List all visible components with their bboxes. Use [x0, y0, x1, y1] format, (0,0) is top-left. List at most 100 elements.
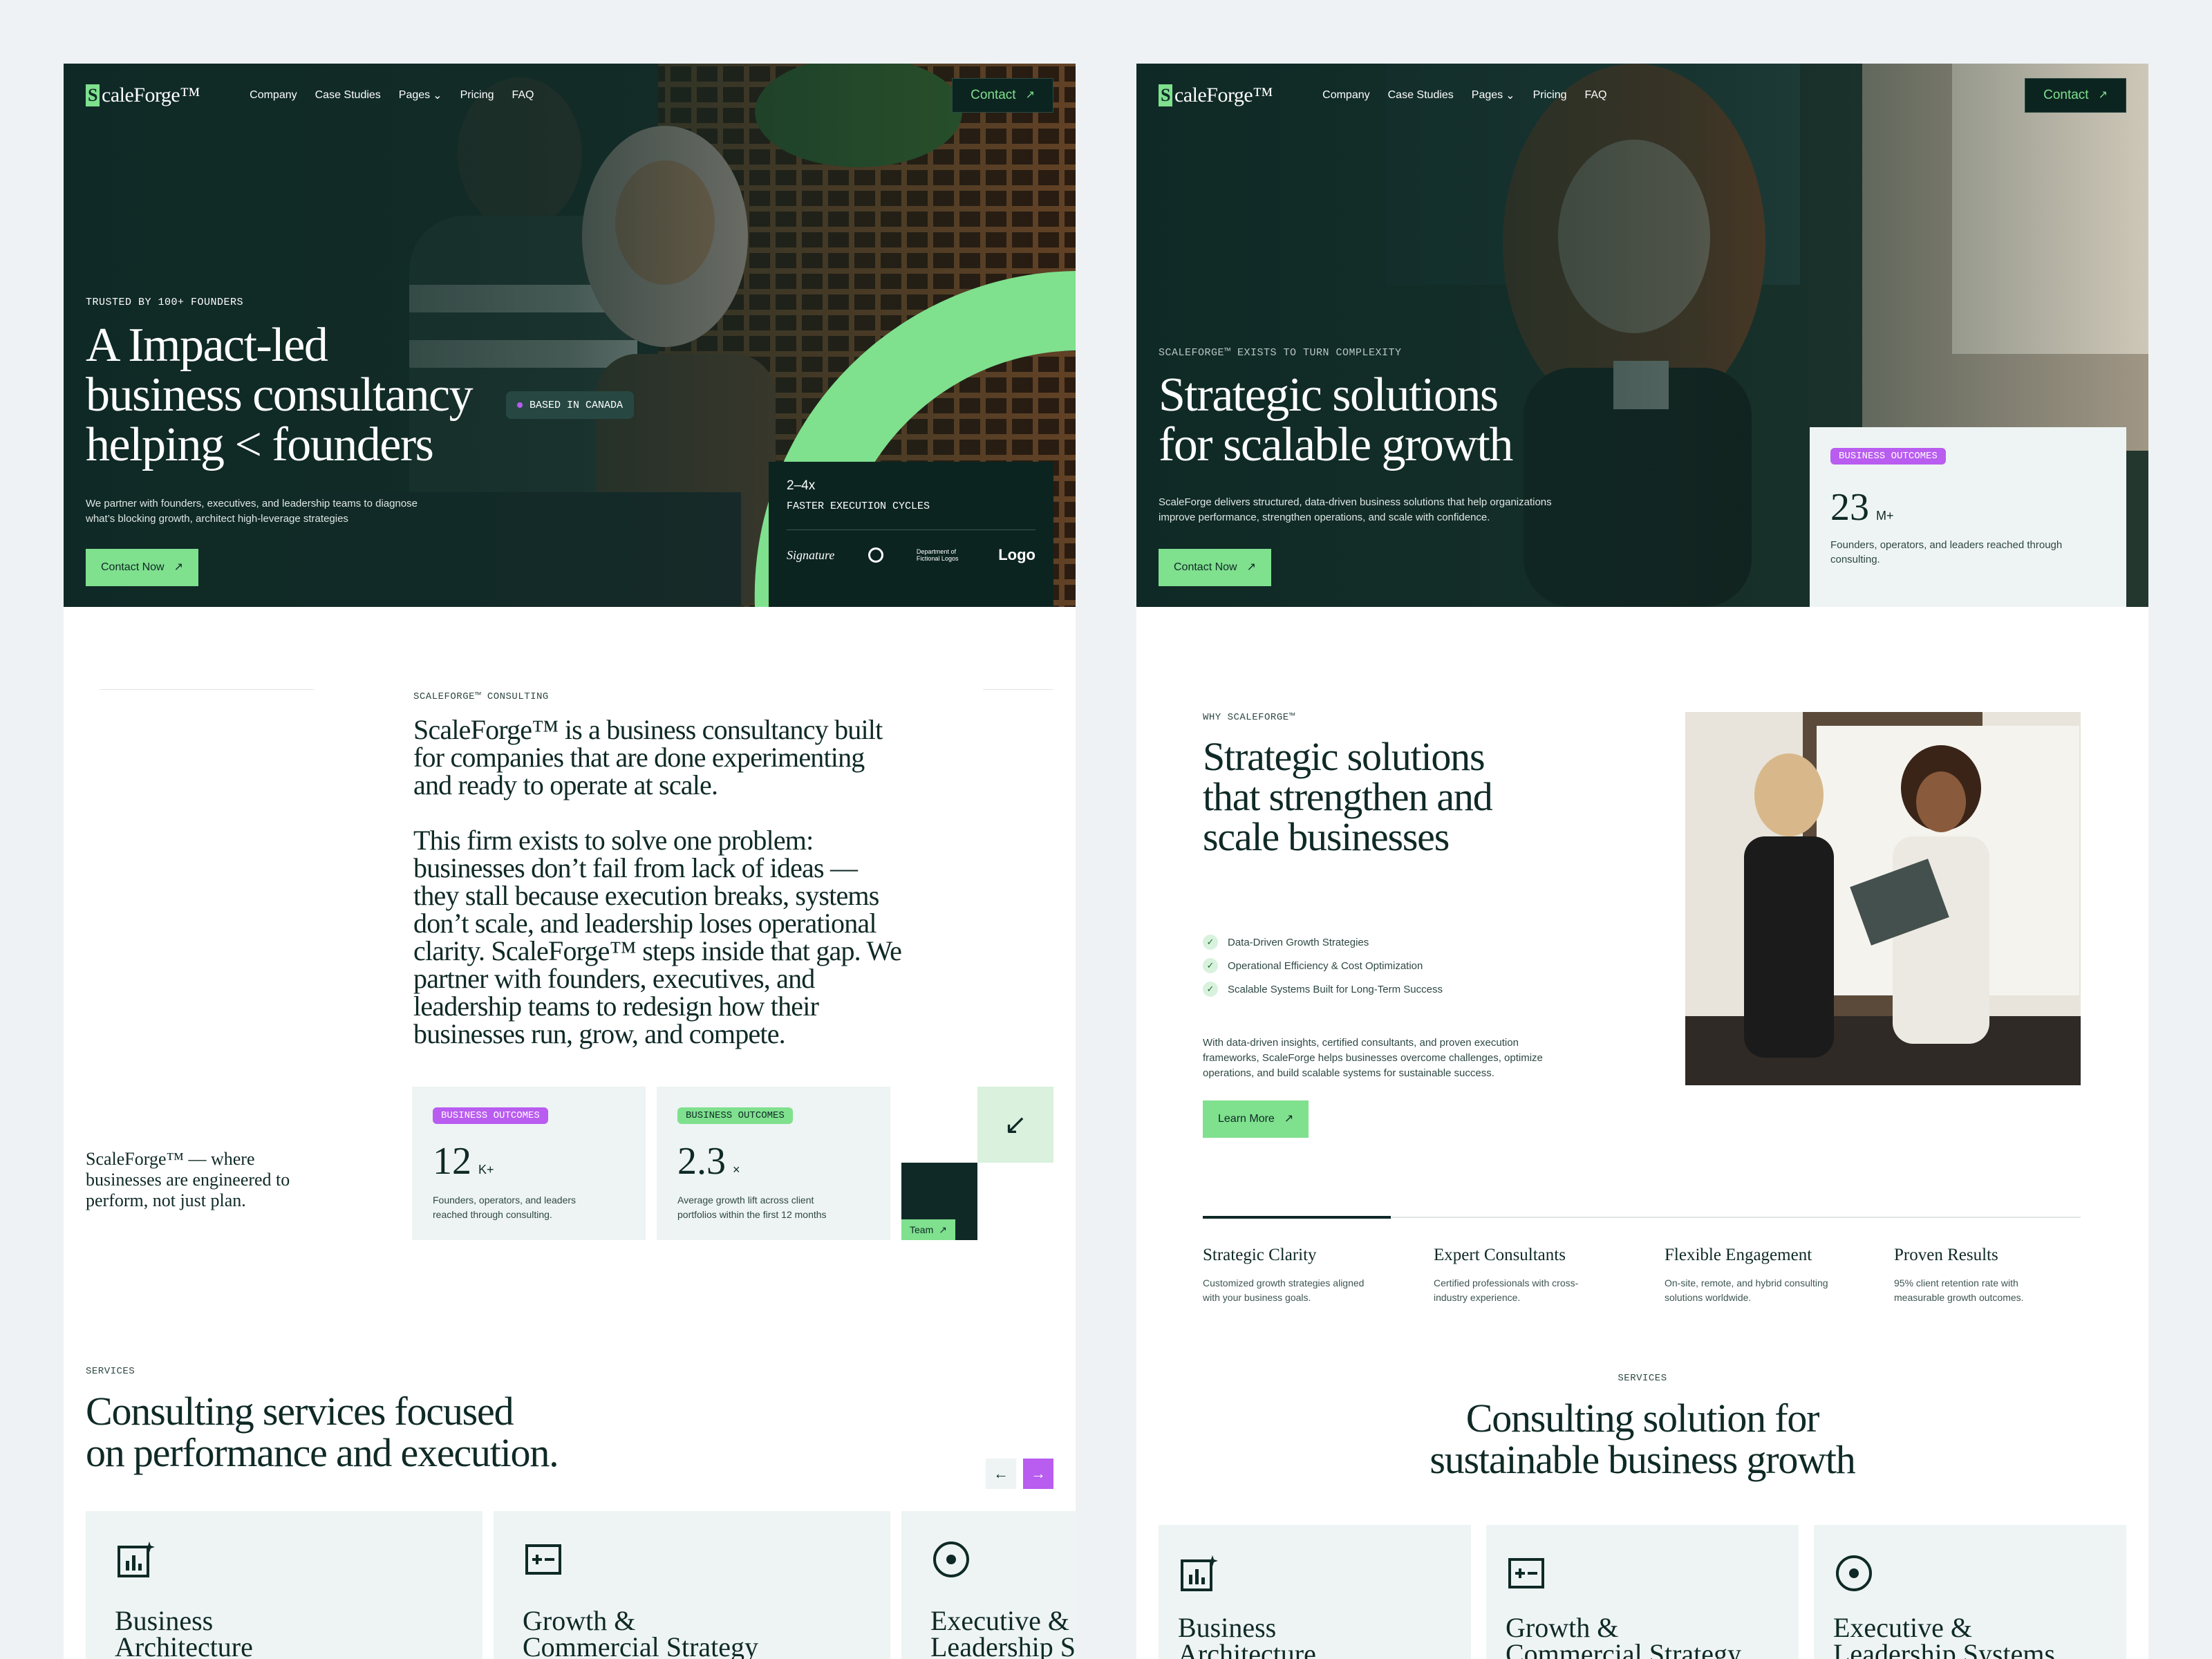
arrow-up-right-icon: ↗ — [1284, 1113, 1294, 1125]
arrow-up-right-icon: ↗ — [939, 1224, 947, 1235]
chevron-down-icon: ⌄ — [433, 90, 442, 102]
divider — [100, 689, 314, 690]
nav-item-pricing[interactable]: Pricing — [460, 88, 494, 102]
chart-spark-icon — [1181, 1555, 1218, 1591]
stat-value: 2–4x — [787, 478, 816, 493]
stat-number: 2.3 × — [677, 1140, 740, 1183]
stat-card-founders: BUSINESS OUTCOMES 12 K+ Founders, operato… — [412, 1087, 646, 1240]
contact-now-button[interactable]: Contact Now ↗ — [1159, 549, 1271, 586]
service-title: Executive &Leadership Systems — [1833, 1612, 2056, 1659]
why-title: Strategic solutions that strengthen and … — [1203, 734, 1493, 859]
service-title: Business Architecture — [115, 1605, 253, 1659]
about-eyebrow: SCALEFORGE™ CONSULTING — [413, 691, 549, 702]
partner-logos: Signature Department of Fictional Logos … — [787, 546, 1035, 564]
outcomes-tag: BUSINESS OUTCOMES — [677, 1107, 793, 1124]
about-lead: ScaleForge™ is a business consultancy bu… — [413, 714, 883, 800]
team-button[interactable]: Team ↗ — [901, 1219, 955, 1240]
nav-item-pages[interactable]: Pages ⌄ — [1472, 88, 1515, 102]
top-navigation: ScaleForge™ Company Case Studies Pages ⌄ … — [1159, 76, 2126, 115]
nav-item-faq[interactable]: FAQ — [1584, 88, 1606, 102]
nav-item-pricing[interactable]: Pricing — [1533, 88, 1567, 102]
department-logo: Department of Fictional Logos — [916, 548, 959, 562]
stat-label: FASTER EXECUTION CYCLES — [787, 500, 930, 512]
hero-subtitle: We partner with founders, executives, an… — [86, 498, 418, 525]
next-arrow-button[interactable]: → — [1023, 1459, 1053, 1489]
location-badge: BASED IN CANADA — [506, 391, 635, 419]
chevron-down-icon: ⌄ — [1506, 90, 1515, 102]
hero-subtitle: ScaleForge delivers structured, data-dri… — [1159, 496, 1552, 523]
arrow-up-right-icon: ↗ — [1246, 561, 1256, 573]
top-navigation: ScaleForge™ Company Case Studies Pages ⌄ … — [86, 76, 1053, 115]
divider — [787, 529, 1035, 530]
plus-minus-icon — [1508, 1558, 1544, 1588]
services-eyebrow: SERVICES — [86, 1366, 135, 1377]
signature-logo: Signature — [787, 547, 835, 562]
hero-eyebrow: TRUSTED BY 100+ FOUNDERS — [86, 297, 244, 308]
execution-stat-card: 2–4x FASTER EXECUTION CYCLES Signature D… — [769, 462, 1053, 607]
feature-item: Flexible Engagement On-site, remote, and… — [1665, 1246, 1828, 1303]
service-title: Executive &Leadership Systems — [930, 1605, 1076, 1659]
landing-page-variant-a: ScaleForge™ Company Case Studies Pages ⌄ … — [64, 64, 1076, 1659]
services-title: Consulting services focused on performan… — [86, 1389, 559, 1475]
feature-item: Expert Consultants Certified professiona… — [1434, 1246, 1579, 1303]
service-card[interactable]: Business Architecture — [1159, 1525, 1471, 1659]
hero-section: ScaleForge™ Company Case Studies Pages ⌄ … — [64, 64, 1076, 607]
service-card[interactable]: Executive &Leadership Systems — [1814, 1525, 2126, 1659]
nav-menu: Company Case Studies Pages ⌄ Pricing FAQ — [250, 88, 534, 102]
service-card[interactable]: Growth & Commercial Strategy — [1486, 1525, 1799, 1659]
nav-item-case-studies[interactable]: Case Studies — [1388, 88, 1454, 102]
stat-description: Average growth lift across client portfo… — [677, 1194, 827, 1220]
stat-number: 12 K+ — [433, 1140, 494, 1183]
contact-button[interactable]: Contact ↗ — [952, 78, 1053, 113]
hero-title: Strategic solutions for scalable growth — [1159, 368, 1513, 471]
nav-item-case-studies[interactable]: Case Studies — [315, 88, 381, 102]
check-item: ✓ Scalable Systems Built for Long-Term Su… — [1203, 977, 1443, 1001]
logo[interactable]: ScaleForge™ — [1159, 84, 1273, 107]
stat-card-growth-lift: BUSINESS OUTCOMES 2.3 × Average growth li… — [657, 1087, 890, 1240]
service-card[interactable]: Growth & Commercial Strategy — [494, 1511, 890, 1659]
why-body: With data-driven insights, certified con… — [1203, 1037, 1543, 1079]
consultants-photo — [1685, 712, 2081, 1085]
stat-description: Founders, operators, and leaders reached… — [1830, 539, 2063, 565]
nav-item-company[interactable]: Company — [250, 88, 297, 102]
dot-icon — [517, 402, 523, 408]
service-card[interactable]: Business Architecture — [86, 1511, 482, 1659]
prev-arrow-button[interactable]: ← — [986, 1459, 1016, 1489]
divider — [983, 689, 1053, 690]
seal-logo-icon — [868, 547, 883, 563]
hero-section: ScaleForge™ Company Case Studies Pages ⌄ … — [1136, 64, 2148, 607]
learn-more-button[interactable]: Learn More ↗ — [1203, 1100, 1309, 1138]
check-icon: ✓ — [1203, 982, 1218, 997]
nav-menu: Company Case Studies Pages ⌄ Pricing FAQ — [1322, 88, 1606, 102]
benefit-checklist: ✓ Data-Driven Growth Strategies ✓ Operatio… — [1203, 930, 1443, 1001]
logo[interactable]: ScaleForge™ — [86, 84, 200, 107]
feature-item: Strategic Clarity Customized growth stra… — [1203, 1246, 1365, 1303]
check-icon: ✓ — [1203, 958, 1218, 973]
service-card[interactable]: Executive &Leadership Systems — [901, 1511, 1076, 1659]
service-title: Growth & Commercial Strategy — [1506, 1612, 1742, 1659]
services-title: Consulting solution for sustainable busi… — [1430, 1396, 1855, 1482]
arrow-up-right-icon: ↗ — [174, 561, 183, 573]
chart-spark-icon — [118, 1541, 155, 1577]
services-eyebrow: SERVICES — [1618, 1373, 1667, 1384]
check-item: ✓ Operational Efficiency & Cost Optimizat… — [1203, 954, 1443, 977]
hero-title: A Impact-led business consultancy helpin… — [86, 319, 474, 471]
stat-description: Founders, operators, and leaders reached… — [433, 1194, 577, 1220]
why-eyebrow: WHY SCALEFORGE™ — [1203, 712, 1295, 723]
contact-now-button[interactable]: Contact Now ↗ — [86, 549, 198, 586]
outcomes-card: BUSINESS OUTCOMES 23 M+ Founders, operato… — [1810, 427, 2126, 607]
logo-wordmark: Logo — [998, 546, 1035, 563]
service-title: Growth & Commercial Strategy — [523, 1605, 759, 1659]
nav-item-company[interactable]: Company — [1322, 88, 1369, 102]
outcomes-tag: BUSINESS OUTCOMES — [433, 1107, 548, 1124]
plus-minus-icon — [525, 1544, 561, 1575]
feature-item: Proven Results 95% client retention rate… — [1894, 1246, 2024, 1303]
arrow-up-right-icon: ↗ — [1025, 89, 1035, 101]
check-item: ✓ Data-Driven Growth Strategies — [1203, 930, 1443, 954]
contact-button[interactable]: Contact ↗ — [2025, 78, 2126, 113]
check-icon: ✓ — [1203, 935, 1218, 950]
nav-item-faq[interactable]: FAQ — [512, 88, 534, 102]
stat-number: 23 M+ — [1830, 486, 1894, 529]
arrow-down-left-icon[interactable]: ↙ — [977, 1087, 1053, 1163]
nav-item-pages[interactable]: Pages ⌄ — [399, 88, 442, 102]
